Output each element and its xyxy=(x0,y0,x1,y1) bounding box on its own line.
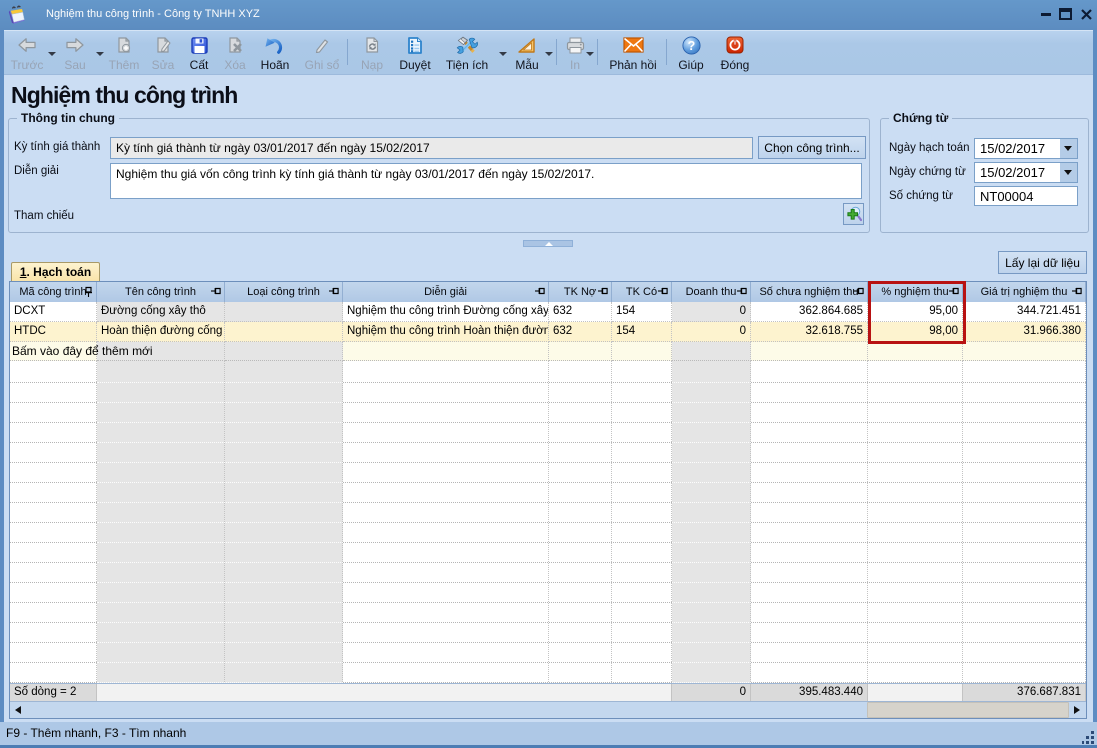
svg-text:?: ? xyxy=(687,39,695,53)
